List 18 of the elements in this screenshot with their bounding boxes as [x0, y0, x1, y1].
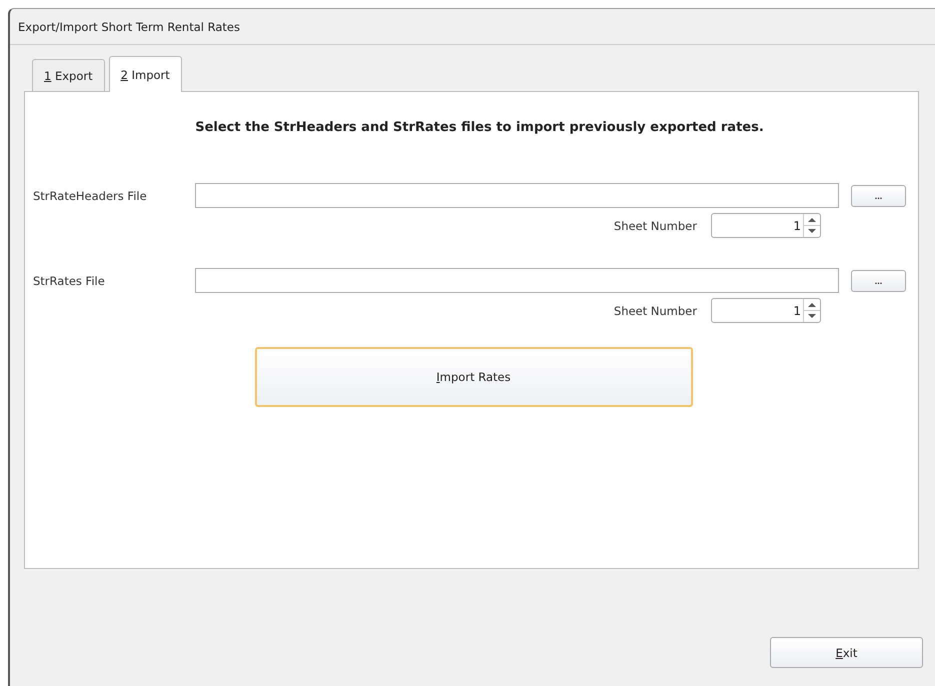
tab[interactable]: 2 Import — [108, 56, 182, 92]
file-path-field[interactable] — [195, 183, 839, 208]
browse-button[interactable]: ... — [851, 184, 906, 206]
field-label: StrRateHeaders File — [33, 188, 148, 202]
browse-button[interactable]: ... — [851, 270, 906, 292]
window-title: Export/Import Short Term Rental Rates — [18, 20, 240, 34]
spin-arrows-icon[interactable] — [803, 214, 820, 237]
sheet-number-label: Sheet Number — [614, 304, 697, 318]
instruction-text: Select the StrHeaders and StrRates files to import previously exported rates. — [194, 120, 765, 135]
sheet-number-spinner[interactable]: 1 — [711, 213, 821, 238]
file-path-field[interactable] — [195, 268, 839, 293]
tab[interactable]: 1 Export — [32, 59, 105, 91]
spin-arrows-icon[interactable] — [803, 299, 820, 322]
exit-button[interactable]: Exit — [770, 637, 923, 668]
sheet-number-spinner[interactable]: 1 — [711, 298, 821, 323]
field-label: StrRates File — [33, 274, 106, 288]
sheet-number-label: Sheet Number — [614, 218, 697, 232]
import-rates-button[interactable]: Import Rates — [254, 347, 692, 407]
